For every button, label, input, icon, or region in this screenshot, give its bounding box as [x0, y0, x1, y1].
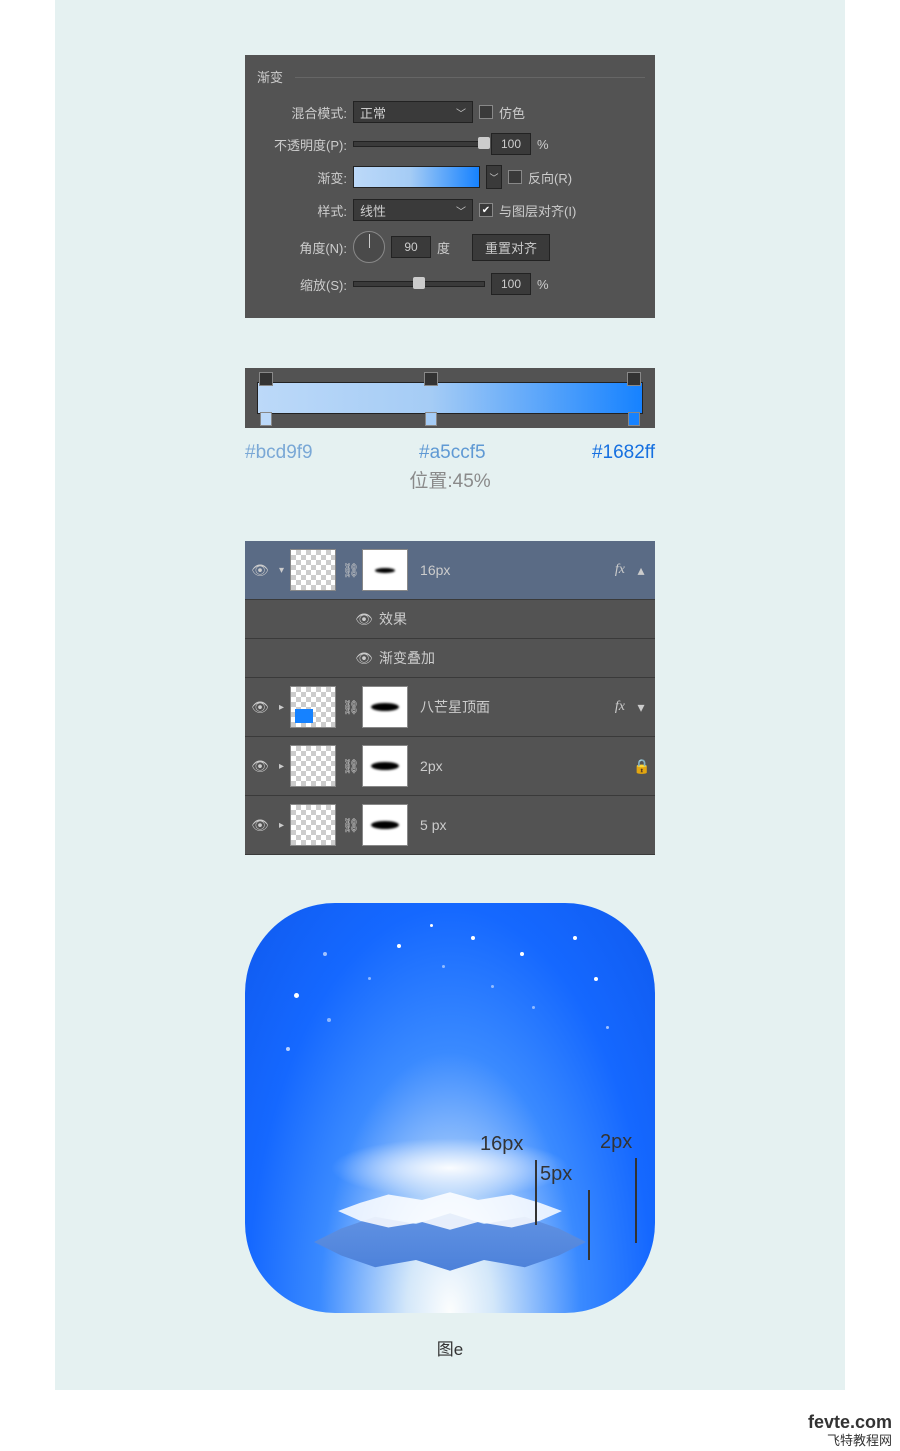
color-hex-3: #1682ff	[592, 442, 655, 464]
layer-row[interactable]: 👁 ▸ ⛓ 八芒星顶面 fx ▾	[245, 678, 655, 737]
reverse-label: 反向(R)	[528, 168, 572, 187]
opacity-stop[interactable]	[424, 372, 438, 386]
dither-checkbox[interactable]	[479, 105, 493, 119]
scale-input[interactable]: 100	[491, 273, 531, 295]
scale-slider[interactable]	[353, 281, 485, 287]
opacity-slider[interactable]	[353, 141, 485, 147]
layer-effects-row[interactable]: 👁 效果	[245, 600, 655, 639]
link-icon[interactable]: ⛓	[342, 758, 356, 775]
layer-row[interactable]: 👁 ▸ ⛓ 2px 🔒	[245, 737, 655, 796]
angle-label: 角度(N):	[257, 238, 347, 257]
mask-thumbnail[interactable]	[362, 549, 408, 591]
blend-mode-select[interactable]: 正常 ﹀	[353, 101, 473, 123]
gradient-overlay-label: 渐变叠加	[379, 648, 435, 668]
layer-name[interactable]: 16px	[420, 562, 609, 578]
platform-glow	[330, 1138, 570, 1198]
watermark: fevte.com 飞特教程网	[800, 1410, 900, 1451]
layer-thumbnail[interactable]	[290, 745, 336, 787]
color-stop[interactable]	[260, 412, 272, 426]
reverse-checkbox[interactable]	[508, 170, 522, 184]
opacity-stop[interactable]	[627, 372, 641, 386]
visibility-icon[interactable]: 👁	[251, 699, 269, 716]
result-preview: 16px 5px 2px 图e	[235, 903, 665, 1360]
layer-row[interactable]: 👁 ▸ ⛓ 5 px	[245, 796, 655, 855]
align-checkbox[interactable]	[479, 203, 493, 217]
expand-icon[interactable]: ▸	[279, 702, 284, 713]
gradient-dropdown-icon[interactable]: ﹀	[486, 165, 502, 189]
link-icon[interactable]: ⛓	[342, 699, 356, 716]
align-label: 与图层对齐(I)	[499, 201, 576, 220]
gradient-settings-panel: 渐变 混合模式: 正常 ﹀ 仿色 不透明度(P): 100 % 渐变: ﹀ 反向…	[245, 55, 655, 318]
app-icon-preview	[245, 903, 655, 1313]
opacity-label: 不透明度(P):	[257, 135, 347, 154]
visibility-icon[interactable]: 👁	[251, 562, 269, 579]
link-icon[interactable]: ⛓	[342, 817, 356, 834]
blend-mode-label: 混合模式:	[257, 103, 347, 122]
scale-label: 缩放(S):	[257, 275, 347, 294]
link-icon[interactable]: ⛓	[342, 562, 356, 579]
style-select[interactable]: 线性 ﹀	[353, 199, 473, 221]
layer-name[interactable]: 八芒星顶面	[420, 697, 609, 717]
gradient-preview[interactable]	[353, 166, 480, 188]
mask-thumbnail[interactable]	[362, 804, 408, 846]
chevron-up-icon[interactable]: ▴	[633, 562, 649, 579]
layer-name[interactable]: 2px	[420, 758, 627, 774]
chevron-down-icon: ﹀	[456, 105, 466, 120]
visibility-icon[interactable]: 👁	[251, 817, 269, 834]
color-stop[interactable]	[628, 412, 640, 426]
layer-row[interactable]: 👁 ▾ ⛓ 16px fx ▴	[245, 541, 655, 600]
mask-thumbnail[interactable]	[362, 686, 408, 728]
slider-thumb[interactable]	[478, 137, 490, 149]
layer-thumbnail[interactable]	[290, 804, 336, 846]
lock-icon[interactable]: 🔒	[633, 758, 649, 775]
gradient-bar[interactable]	[257, 382, 643, 414]
fx-badge[interactable]: fx	[615, 699, 625, 715]
layer-thumbnail[interactable]	[290, 686, 336, 728]
color-hex-1: #bcd9f9	[245, 442, 313, 464]
gradient-editor	[245, 368, 655, 428]
fx-badge[interactable]: fx	[615, 562, 625, 578]
layers-panel: 👁 ▾ ⛓ 16px fx ▴ 👁 效果 👁 渐变叠加 👁 ▸ ⛓ 八芒星顶面 …	[245, 541, 655, 855]
expand-icon[interactable]: ▾	[279, 565, 284, 576]
gradient-label: 渐变:	[257, 168, 347, 187]
expand-icon[interactable]: ▸	[279, 820, 284, 831]
angle-input[interactable]: 90	[391, 236, 431, 258]
layer-effect-item[interactable]: 👁 渐变叠加	[245, 639, 655, 678]
panel-title: 渐变	[245, 63, 655, 96]
opacity-input[interactable]: 100	[491, 133, 531, 155]
style-label: 样式:	[257, 201, 347, 220]
position-label: 位置:45%	[245, 466, 655, 493]
figure-caption: 图e	[235, 1335, 665, 1360]
color-stop[interactable]	[425, 412, 437, 426]
chevron-down-icon[interactable]: ▾	[633, 699, 649, 716]
color-hex-2: #a5ccf5	[313, 442, 592, 464]
reset-align-button[interactable]: 重置对齐	[472, 234, 550, 261]
annotation-16px: 16px	[480, 1133, 523, 1156]
annotation-5px: 5px	[540, 1163, 572, 1186]
mask-thumbnail[interactable]	[362, 745, 408, 787]
visibility-icon[interactable]: 👁	[355, 650, 373, 667]
angle-dial[interactable]	[353, 231, 385, 263]
visibility-icon[interactable]: 👁	[355, 611, 373, 628]
dither-label: 仿色	[499, 103, 525, 122]
layer-name[interactable]: 5 px	[420, 817, 649, 833]
slider-thumb[interactable]	[413, 277, 425, 289]
layer-thumbnail[interactable]	[290, 549, 336, 591]
visibility-icon[interactable]: 👁	[251, 758, 269, 775]
opacity-stop[interactable]	[259, 372, 273, 386]
expand-icon[interactable]: ▸	[279, 761, 284, 772]
annotation-2px: 2px	[600, 1131, 632, 1154]
chevron-down-icon: ﹀	[456, 203, 466, 218]
effects-label: 效果	[379, 609, 407, 629]
